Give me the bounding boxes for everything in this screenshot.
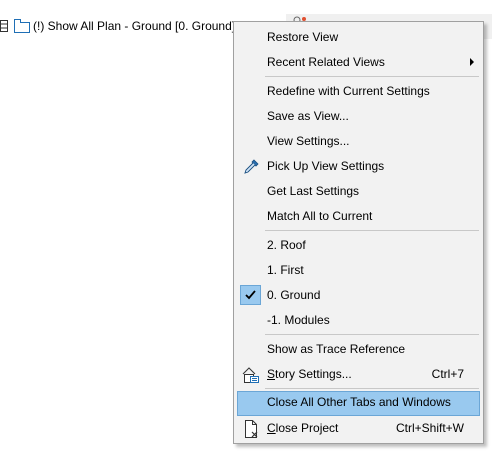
- checkmark-icon: [240, 285, 261, 305]
- menu-item-label: -1. Modules: [267, 313, 330, 327]
- menu-separator: [265, 76, 479, 77]
- menu-item-label: Story Settings...: [267, 367, 352, 381]
- menu-item-label: Save as View...: [267, 109, 349, 123]
- shortcut-text: Ctrl+7: [431, 367, 464, 381]
- menu-item-label: Show as Trace Reference: [267, 342, 406, 356]
- menu-item-label: Redefine with Current Settings: [267, 84, 430, 98]
- shortcut-text: Ctrl+Shift+W: [395, 421, 464, 435]
- menu-item-label: Recent Related Views: [267, 55, 385, 69]
- menu-item-story-modules[interactable]: -1. Modules: [237, 309, 480, 332]
- menu-item-view-settings[interactable]: View Settings...: [237, 130, 480, 153]
- menu-item-restore-view[interactable]: Restore View: [237, 26, 480, 49]
- menu-item-pick-up-view-settings[interactable]: Pick Up View Settings: [237, 155, 480, 178]
- menu-item-story-ground[interactable]: 0. Ground: [237, 284, 480, 307]
- menu-separator: [265, 334, 479, 335]
- menu-item-label: Close Project: [267, 421, 338, 435]
- menu-item-label: 2. Roof: [267, 238, 306, 252]
- menu-item-label: Match All to Current: [267, 209, 373, 223]
- menu-item-label: Pick Up View Settings: [267, 159, 385, 173]
- menu-item-label: 0. Ground: [267, 288, 321, 302]
- close-project-icon: [241, 419, 261, 439]
- menu-separator: [265, 230, 479, 231]
- menu-item-story-roof[interactable]: 2. Roof: [237, 234, 480, 257]
- menu-item-label: Close All Other Tabs and Windows: [267, 395, 451, 409]
- menu-item-redefine-current-settings[interactable]: Redefine with Current Settings: [237, 80, 480, 103]
- tab-title: (!) Show All Plan - Ground [0. Ground]: [33, 19, 236, 33]
- menu-item-close-project[interactable]: Close Project Ctrl+Shift+W: [237, 417, 480, 440]
- menu-separator: [265, 388, 479, 389]
- menu-item-label: Restore View: [267, 30, 339, 44]
- menu-item-label: 1. First: [267, 263, 304, 277]
- mnemonic-letter: S: [267, 367, 276, 381]
- context-menu: Restore View Recent Related Views Redefi…: [233, 21, 484, 444]
- menu-item-close-all-other-tabs[interactable]: Close All Other Tabs and Windows: [237, 391, 480, 416]
- menu-item-show-as-trace-reference[interactable]: Show as Trace Reference: [237, 338, 480, 361]
- story-settings-icon: [241, 365, 261, 385]
- tab-menu-icon[interactable]: [0, 19, 8, 33]
- eyedropper-icon: [241, 157, 261, 177]
- label-rest: lose Project: [275, 421, 339, 435]
- submenu-arrow-icon: [470, 58, 474, 66]
- menu-item-label: Get Last Settings: [267, 184, 360, 198]
- menu-item-save-as-view[interactable]: Save as View...: [237, 105, 480, 128]
- menu-item-story-settings[interactable]: Story Settings... Ctrl+7: [237, 363, 480, 386]
- floor-plan-icon: [13, 18, 31, 34]
- menu-item-recent-related-views[interactable]: Recent Related Views: [237, 51, 480, 74]
- menu-item-label: View Settings...: [267, 134, 350, 148]
- menu-item-get-last-settings[interactable]: Get Last Settings: [237, 180, 480, 203]
- menu-item-story-first[interactable]: 1. First: [237, 259, 480, 282]
- mnemonic-letter: C: [267, 421, 276, 435]
- menu-item-match-all-to-current[interactable]: Match All to Current: [237, 205, 480, 228]
- label-rest: tory Settings...: [275, 367, 352, 381]
